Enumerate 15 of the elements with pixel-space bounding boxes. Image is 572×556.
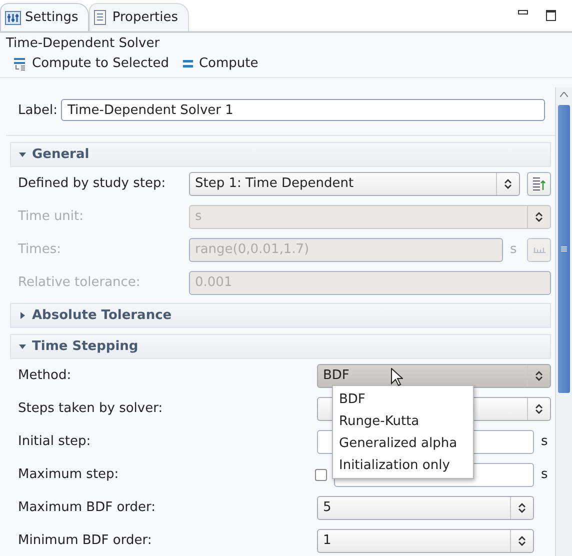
- unit-label: s: [510, 242, 518, 257]
- label-caption: Label:: [18, 102, 58, 118]
- field-label: Times:: [18, 242, 62, 257]
- field-label: Time unit:: [18, 209, 85, 224]
- field-label: Relative tolerance:: [18, 275, 142, 290]
- panel-title: Time-Dependent Solver: [5, 35, 161, 53]
- field-label: Steps taken by solver:: [18, 401, 164, 416]
- unit-label: s: [541, 434, 549, 449]
- field-label: Method:: [18, 368, 72, 383]
- field-label: Minimum BDF order:: [18, 533, 153, 548]
- field-label: Maximum BDF order:: [18, 500, 157, 515]
- field-label: Initial step:: [18, 434, 92, 449]
- unit-label: s: [541, 467, 549, 482]
- field-label: Maximum step:: [18, 467, 120, 482]
- field-label: Defined by study step:: [18, 176, 167, 191]
